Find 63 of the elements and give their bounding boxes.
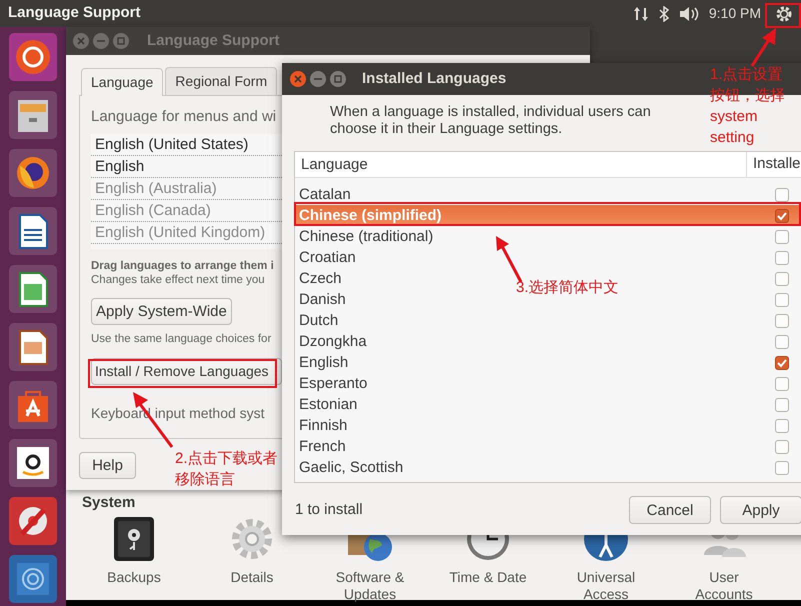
dialog-title: Installed Languages bbox=[362, 68, 506, 89]
annotation-text: 2.点击下载或者 移除语言 bbox=[175, 449, 278, 490]
clock-time[interactable]: 9:10 PM bbox=[708, 3, 761, 24]
checkbox[interactable] bbox=[775, 356, 789, 370]
annotation-arrow bbox=[750, 28, 776, 67]
settings-label[interactable]: Software & Updates bbox=[326, 568, 414, 602]
checkbox[interactable] bbox=[775, 440, 789, 454]
hint-text: Drag languages to arrange them i bbox=[91, 258, 274, 272]
checkbox[interactable] bbox=[775, 208, 789, 222]
checkbox[interactable] bbox=[775, 314, 789, 328]
panel-title: Language Support bbox=[8, 3, 140, 24]
checkbox[interactable] bbox=[775, 398, 789, 412]
language-name[interactable]: Chinese (traditional) bbox=[299, 228, 434, 245]
column-header[interactable]: Installe bbox=[747, 153, 801, 176]
hint-text: Changes take effect next time you bbox=[91, 272, 265, 286]
language-name[interactable]: Finnish bbox=[299, 417, 348, 434]
network-icon[interactable] bbox=[632, 6, 649, 22]
checkbox[interactable] bbox=[775, 272, 789, 286]
checkbox[interactable] bbox=[775, 250, 789, 264]
apply-system-wide-button[interactable]: Apply System-Wide bbox=[91, 298, 232, 324]
highlight-box bbox=[765, 3, 801, 28]
column-header[interactable]: Language bbox=[295, 152, 747, 178]
language-name[interactable]: French bbox=[299, 438, 346, 455]
hint-text: Use the same language choices for bbox=[91, 332, 272, 346]
section-label: Language for menus and wi bbox=[91, 107, 276, 127]
dialog-button[interactable]: Cancel bbox=[629, 496, 711, 524]
settings-label[interactable]: Details bbox=[208, 568, 296, 586]
language-name[interactable]: English bbox=[299, 354, 348, 371]
checkbox[interactable] bbox=[775, 376, 789, 390]
dialog-message: When a language is installed, individual users can choose it in their Language settings. bbox=[330, 104, 652, 138]
checkbox[interactable] bbox=[775, 418, 789, 432]
settings-label[interactable]: Universal Access bbox=[562, 568, 650, 602]
help-button[interactable]: Help bbox=[79, 452, 136, 479]
language-name[interactable]: Estonian bbox=[299, 396, 358, 413]
status-text: 1 to install bbox=[295, 500, 363, 520]
tab[interactable]: Language bbox=[81, 68, 164, 96]
annotation-text: 3.选择简体中文 bbox=[516, 278, 619, 298]
checkbox[interactable] bbox=[775, 188, 789, 202]
checkbox[interactable] bbox=[775, 230, 789, 244]
settings-label[interactable]: User Accounts bbox=[680, 568, 768, 602]
language-name[interactable]: Czech bbox=[299, 270, 342, 287]
volume-icon[interactable] bbox=[678, 6, 699, 22]
language-name[interactable]: Esperanto bbox=[299, 375, 368, 392]
tab[interactable]: Regional Form bbox=[165, 67, 278, 95]
language-name[interactable]: Danish bbox=[299, 291, 346, 308]
settings-label[interactable]: Time & Date bbox=[444, 568, 532, 586]
checkbox[interactable] bbox=[775, 334, 789, 348]
checkbox[interactable] bbox=[775, 292, 789, 306]
install-remove-button[interactable]: Install / Remove Languages bbox=[91, 358, 282, 384]
dialog-button[interactable]: Apply bbox=[720, 496, 801, 524]
annotation-arrow bbox=[496, 236, 522, 283]
language-name[interactable]: Dutch bbox=[299, 312, 338, 329]
settings-label[interactable]: Backups bbox=[90, 568, 178, 586]
settings-icon[interactable] bbox=[775, 4, 793, 22]
language-name[interactable]: Gaelic, Scottish bbox=[299, 459, 404, 476]
language-name[interactable]: Croatian bbox=[299, 249, 356, 266]
checkbox[interactable] bbox=[775, 460, 789, 474]
language-name[interactable]: Dzongkha bbox=[299, 333, 367, 350]
bluetooth-icon[interactable] bbox=[658, 6, 669, 22]
fox-globe-icon[interactable] bbox=[14, 154, 52, 192]
window-title: Language Support bbox=[147, 30, 280, 51]
section-heading: System bbox=[82, 493, 136, 513]
language-name[interactable]: Catalan bbox=[299, 186, 351, 203]
